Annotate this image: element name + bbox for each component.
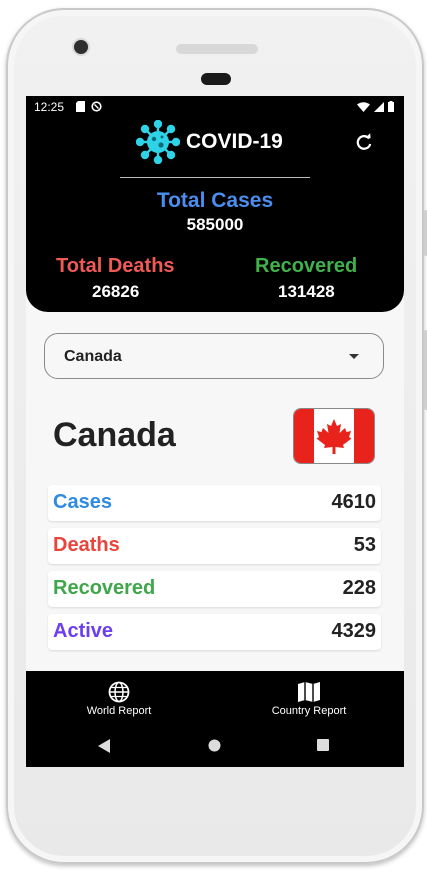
nav-world-report-label: World Report [86,705,152,717]
status-bar: 12:25 [34,100,396,116]
stat-row-deaths: Deaths 53 [48,528,381,564]
bottom-navigation: World Report Country Report [26,671,404,767]
refresh-icon[interactable] [354,132,374,152]
sd-card-icon [76,101,85,112]
stat-row-active: Active 4329 [48,614,381,650]
home-icon[interactable] [208,739,221,752]
total-recovered-value: 131428 [278,282,335,301]
country-dropdown-value: Canada [64,348,122,365]
recents-icon[interactable] [317,739,329,751]
app-title: COVID-19 [186,130,283,153]
header-divider [120,177,310,178]
stat-value: 53 [353,534,376,556]
stat-value: 4329 [331,620,377,642]
back-icon[interactable] [98,739,110,753]
stat-label: Recovered [53,577,156,599]
stat-label: Active [53,620,114,642]
wifi-icon [357,101,370,112]
total-recovered-label: Recovered [255,255,358,277]
country-title: Canada [53,416,176,454]
battery-icon [388,101,394,112]
total-deaths-label: Total Deaths [56,255,175,277]
stat-row-recovered: Recovered 228 [48,571,381,607]
nav-world-report[interactable]: World Report [44,681,194,717]
globe-icon [108,681,130,703]
front-camera [72,38,90,56]
signal-icon [374,101,384,112]
total-cases-label: Total Cases [156,189,274,212]
country-dropdown[interactable]: Canada [44,333,384,379]
map-icon [298,682,320,702]
canada-flag-icon [293,408,375,464]
nav-country-report[interactable]: Country Report [234,681,384,717]
app-screen: 12:25 COVID-19 Total Cases 585000 Total … [26,96,404,767]
nav-country-report-label: Country Report [271,705,347,717]
system-navigation-bar [26,733,404,757]
chevron-down-icon [349,354,359,359]
stat-value: 4610 [331,491,377,513]
status-time: 12:25 [34,100,65,114]
speaker-grille [176,44,258,54]
stat-value: 228 [342,577,376,599]
stat-label: Cases [53,491,112,513]
total-cases-value: 585000 [186,215,244,234]
app-brand: COVID-19 [136,120,283,164]
earpiece [201,73,231,85]
summary-header: 12:25 COVID-19 Total Cases 585000 Total … [26,96,404,312]
virus-icon [136,120,180,164]
data-saver-icon [91,101,102,112]
stat-label: Deaths [53,534,120,556]
total-deaths-value: 26826 [92,282,140,301]
stat-row-cases: Cases 4610 [48,485,381,521]
